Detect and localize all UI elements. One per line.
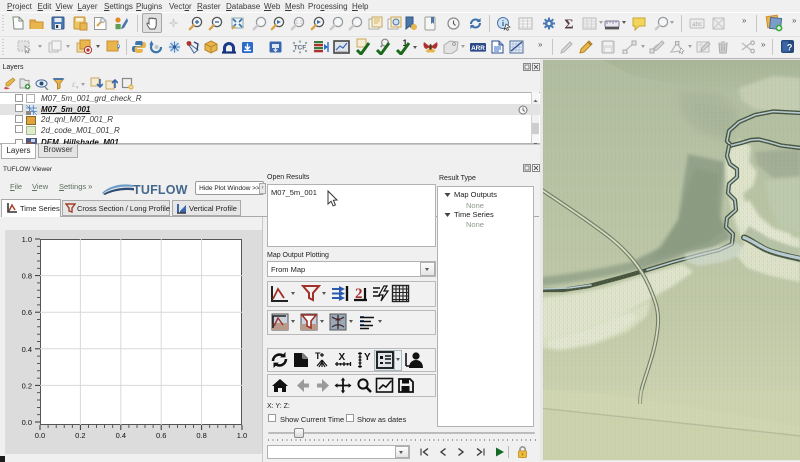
svg-text:Y: Y xyxy=(364,352,371,363)
svg-text:X: X xyxy=(339,352,346,363)
svg-text:0.2: 0.2 xyxy=(22,381,32,390)
svg-text:0.4: 0.4 xyxy=(22,345,32,354)
svg-text:abc: abc xyxy=(692,22,702,28)
svg-text:1:1: 1:1 xyxy=(295,20,302,26)
svg-text:0.6: 0.6 xyxy=(156,431,166,440)
svg-text:0.6: 0.6 xyxy=(22,308,32,317)
svg-text:?: ? xyxy=(787,42,793,52)
svg-text:0.4: 0.4 xyxy=(116,431,126,440)
svg-text:0.0: 0.0 xyxy=(35,431,45,440)
svg-text:T: T xyxy=(315,351,321,361)
svg-text:▾: ▾ xyxy=(76,85,79,90)
svg-text:Σ: Σ xyxy=(564,18,573,32)
svg-text:TCF: TCF xyxy=(294,45,307,52)
svg-text:1.0: 1.0 xyxy=(237,431,247,440)
svg-text:1.0: 1.0 xyxy=(22,235,32,244)
svg-text:0.0: 0.0 xyxy=(22,418,32,427)
svg-text:0.8: 0.8 xyxy=(22,272,32,281)
svg-text:0.8: 0.8 xyxy=(196,431,206,440)
svg-text:TUFLOW: TUFLOW xyxy=(133,183,188,197)
svg-text:0.2: 0.2 xyxy=(75,431,85,440)
svg-text:ARR: ARR xyxy=(471,45,485,52)
